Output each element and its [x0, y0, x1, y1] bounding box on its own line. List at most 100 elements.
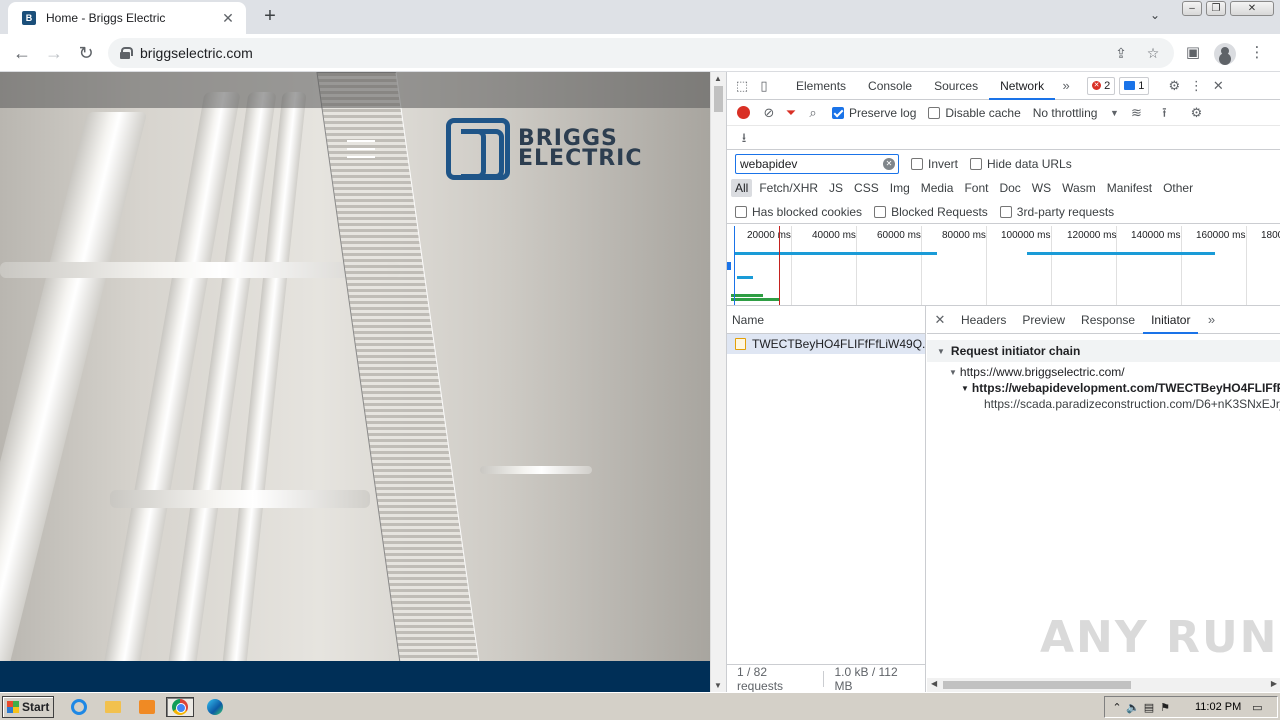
action-center-flag-icon[interactable]: ⚑: [1157, 701, 1173, 714]
new-tab-button[interactable]: +: [258, 6, 282, 28]
request-row[interactable]: TWECTBeyHO4FLIFfFfLiW49Q...: [727, 334, 925, 354]
more-detail-tabs-chevron-icon[interactable]: »: [1198, 312, 1224, 327]
media-player-icon[interactable]: [136, 697, 158, 717]
record-button[interactable]: [737, 106, 750, 119]
initiator-chain-item[interactable]: https://scada.paradizeconstruction.com/D…: [927, 396, 1280, 412]
settings-gear-icon[interactable]: ⚙: [1163, 75, 1185, 97]
scroll-down-arrow-icon[interactable]: ▼: [714, 681, 722, 690]
initiator-url-selected[interactable]: https://webapidevelopment.com/TWECTBeyHO…: [972, 381, 1280, 395]
expand-triangle-icon[interactable]: ▼: [949, 368, 957, 377]
hamburger-menu-icon[interactable]: [347, 140, 375, 158]
preserve-log-checkbox[interactable]: [832, 106, 844, 119]
menu-kebab-icon[interactable]: ⋮: [1246, 43, 1268, 65]
horizontal-scrollbar[interactable]: ◀ ▶: [927, 678, 1280, 692]
export-har-download-icon[interactable]: ⭳: [733, 127, 755, 149]
devtools-close-icon[interactable]: ✕: [1207, 75, 1229, 97]
scroll-right-arrow-icon[interactable]: ▶: [1271, 679, 1277, 688]
browser-tab[interactable]: B Home - Briggs Electric ✕: [8, 2, 246, 34]
name-column-header[interactable]: Name: [727, 306, 925, 334]
start-button[interactable]: Start: [2, 696, 54, 718]
type-filter-fetch-xhr[interactable]: Fetch/XHR: [755, 179, 822, 197]
import-har-upload-icon[interactable]: ⭱: [1153, 102, 1175, 124]
scroll-left-arrow-icon[interactable]: ◀: [931, 679, 937, 688]
forward-arrow-icon[interactable]: →: [42, 41, 66, 65]
type-filter-doc[interactable]: Doc: [995, 179, 1024, 197]
type-filter-css[interactable]: CSS: [850, 179, 883, 197]
network-settings-gear-icon[interactable]: ⚙: [1185, 102, 1207, 124]
window-close-button[interactable]: ✕: [1230, 1, 1274, 16]
tab-search-chevron-icon[interactable]: ⌄: [1150, 8, 1160, 22]
expand-triangle-icon[interactable]: ▼: [961, 384, 969, 393]
disable-cache-checkbox[interactable]: [928, 106, 941, 119]
profile-button[interactable]: [1214, 43, 1236, 65]
page-scrollbar[interactable]: ▲ ▼: [710, 72, 726, 692]
expand-triangle-icon[interactable]: ▼: [937, 347, 945, 356]
scrollbar-thumb[interactable]: [714, 86, 723, 112]
address-bar[interactable]: briggselectric.com ⇪ ☆: [108, 38, 1174, 68]
close-detail-icon[interactable]: ✕: [927, 312, 953, 328]
type-filter-manifest[interactable]: Manifest: [1103, 179, 1156, 197]
message-count-badge[interactable]: 1: [1119, 76, 1150, 95]
tab-headers[interactable]: Headers: [953, 306, 1014, 334]
side-panel-icon[interactable]: ▣: [1182, 43, 1204, 65]
tab-sources[interactable]: Sources: [923, 72, 989, 100]
tab-response[interactable]: Response: [1073, 306, 1143, 334]
hide-data-urls-checkbox[interactable]: [970, 158, 983, 170]
volume-icon[interactable]: 🔈: [1125, 701, 1141, 714]
horizontal-scrollbar-thumb[interactable]: [943, 681, 1131, 689]
clock[interactable]: 11:02 PM: [1195, 701, 1241, 713]
show-hidden-icons-chevron-icon[interactable]: ⌃: [1109, 701, 1125, 714]
network-icon[interactable]: ▤: [1141, 701, 1157, 714]
tab-initiator[interactable]: Initiator: [1143, 306, 1199, 334]
device-toolbar-icon[interactable]: ▯: [753, 75, 775, 97]
back-arrow-icon[interactable]: ←: [10, 41, 34, 65]
devtools-menu-icon[interactable]: ⋮: [1185, 75, 1207, 97]
network-conditions-wifi-icon[interactable]: ≋: [1125, 102, 1147, 124]
type-filter-img[interactable]: Img: [886, 179, 914, 197]
throttling-dropdown-icon[interactable]: ▼: [1103, 102, 1125, 124]
lock-icon[interactable]: [120, 47, 133, 59]
file-explorer-icon[interactable]: [102, 697, 124, 717]
initiator-url[interactable]: https://www.briggselectric.com/: [960, 365, 1125, 379]
show-desktop-icon[interactable]: ▭: [1249, 701, 1265, 714]
clear-icon[interactable]: ⊘: [758, 102, 780, 124]
type-filter-font[interactable]: Font: [960, 179, 992, 197]
bookmark-star-icon[interactable]: ☆: [1142, 45, 1164, 62]
error-count-badge[interactable]: ✕ 2: [1087, 76, 1116, 95]
type-filter-wasm[interactable]: Wasm: [1058, 179, 1100, 197]
type-filter-ws[interactable]: WS: [1028, 179, 1055, 197]
search-icon[interactable]: ⌕: [802, 102, 824, 124]
blocked-requests-checkbox[interactable]: [874, 205, 887, 218]
network-overview-timeline[interactable]: 20000 ms 40000 ms 60000 ms 80000 ms 1000…: [727, 226, 1280, 306]
initiator-chain-item[interactable]: ▼ https://www.briggselectric.com/: [927, 364, 1280, 380]
clear-filter-icon[interactable]: ✕: [883, 158, 895, 170]
type-filter-all[interactable]: All: [731, 179, 753, 197]
blocked-cookies-checkbox[interactable]: [735, 205, 747, 218]
reload-icon[interactable]: ↻: [74, 41, 98, 65]
internet-explorer-icon[interactable]: [68, 697, 90, 717]
tab-network[interactable]: Network: [989, 72, 1056, 100]
chrome-taskbar-icon[interactable]: [166, 697, 194, 717]
tab-elements[interactable]: Elements: [785, 72, 857, 100]
more-tabs-chevron-icon[interactable]: »: [1055, 75, 1077, 97]
type-filter-js[interactable]: JS: [825, 179, 847, 197]
invert-checkbox[interactable]: [911, 158, 923, 170]
minimize-button[interactable]: –: [1182, 1, 1202, 16]
type-filter-media[interactable]: Media: [917, 179, 958, 197]
initiator-chain-item[interactable]: ▼ https://webapidevelopment.com/TWECTBey…: [927, 380, 1280, 396]
tab-close-icon[interactable]: ✕: [220, 10, 236, 27]
scroll-up-arrow-icon[interactable]: ▲: [714, 74, 722, 83]
throttling-select[interactable]: No throttling: [1033, 106, 1098, 120]
initiator-chain-header[interactable]: ▼ Request initiator chain: [927, 340, 1280, 362]
address-url[interactable]: briggselectric.com: [140, 45, 1110, 61]
filter-input[interactable]: webapidev ✕: [735, 154, 899, 174]
inspect-element-icon[interactable]: ⬚: [731, 75, 753, 97]
site-logo[interactable]: BRIGGS ELECTRIC: [446, 118, 643, 180]
share-icon[interactable]: ⇪: [1110, 45, 1132, 62]
restore-button[interactable]: ❐: [1206, 1, 1226, 16]
tab-console[interactable]: Console: [857, 72, 923, 100]
filter-funnel-icon[interactable]: ⏷: [780, 102, 802, 124]
tab-preview[interactable]: Preview: [1014, 306, 1073, 334]
filter-value[interactable]: webapidev: [740, 157, 883, 171]
type-filter-other[interactable]: Other: [1159, 179, 1197, 197]
